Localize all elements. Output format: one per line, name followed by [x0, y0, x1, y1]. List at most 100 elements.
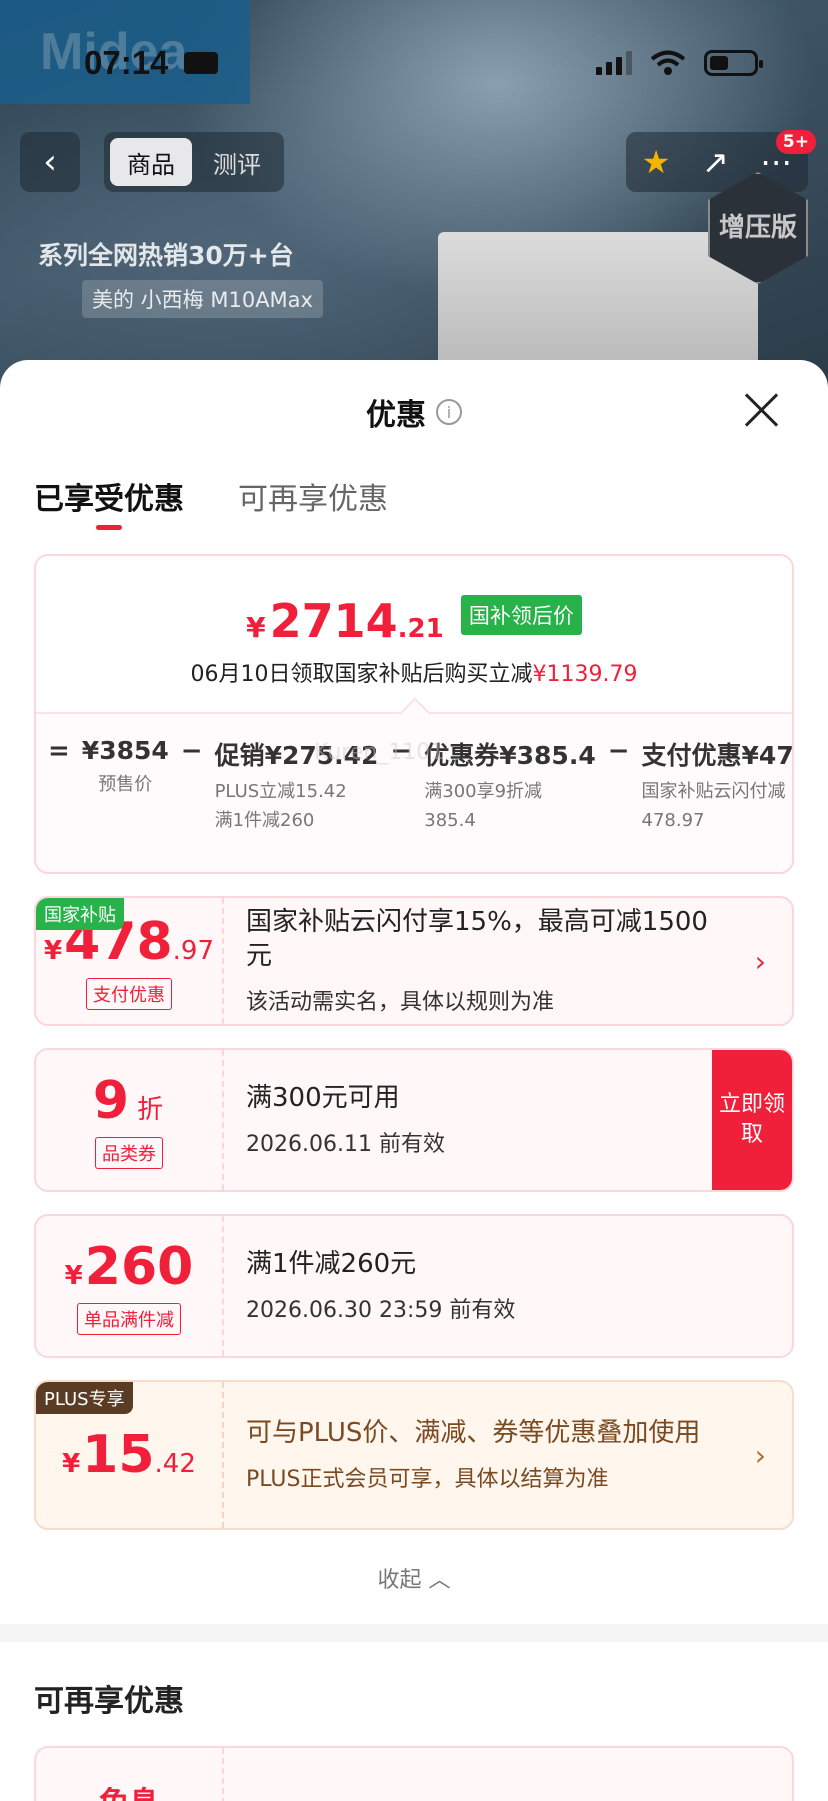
chevron-up-icon: ︿: [428, 1568, 451, 1593]
breakdown-item: 支付优惠¥478.97 国家补贴云闪付减 478.97: [641, 736, 794, 836]
coupon-details: 可与PLUS价、满减、券等优惠叠加使用 PLUS正式会员可享，具体以结算为准: [224, 1382, 792, 1528]
coupon-value: ¥ 260 单品满件减: [36, 1216, 224, 1356]
coupon-item-reduction: ¥ 260 单品满件减 满1件减260元 2026.06.30 23:59 前有…: [34, 1214, 794, 1358]
battery-icon: [704, 50, 763, 76]
coupon-desc: PLUS正式会员可享，具体以结算为准: [246, 1466, 609, 1492]
coupon-details: 满300元可用 2026.06.11 前有效: [224, 1050, 712, 1190]
sales-banner: 系列全网热销30万+台: [38, 241, 294, 270]
coupon-amount: ¥ 15 .42: [62, 1425, 196, 1485]
signal-icon: [596, 51, 632, 75]
price-summary-card: ¥ 2714 .21 国补领后价 06月10日领取国家补贴后购买立减¥1139.…: [34, 554, 794, 874]
coupon-category: 9 折 品类券 满300元可用 2026.06.11 前有效 立即领取: [34, 1048, 794, 1192]
coupon-value: 免息: [36, 1748, 224, 1801]
chevron-right-icon: ›: [754, 945, 766, 978]
coupon-type-tag: 品类券: [95, 1137, 163, 1169]
product-nav-tabs: 商品 测评: [104, 132, 284, 192]
currency-symbol: ¥: [44, 936, 63, 966]
breakdown-detail-line: 满1件减260: [214, 809, 315, 831]
breakdown-detail-line: 385.4: [424, 809, 476, 831]
breakdown-detail-line: 预售价: [98, 774, 153, 795]
breakdown-item: 优惠券¥385.4 满300享9折减 385.4: [424, 736, 595, 836]
status-icons: [596, 50, 763, 76]
sleep-mode-icon: [184, 52, 218, 74]
coupon-details: 国家补贴云闪付享15%，最高可减1500元 该活动需实名，具体以规则为准: [224, 898, 792, 1024]
breakdown-detail-line: 国家补贴云闪付减: [641, 781, 786, 802]
subsidy-note-amount: ¥1139.79: [532, 662, 638, 687]
breakdown-detail-line: 满300享9折减: [424, 781, 543, 802]
close-icon[interactable]: [744, 392, 780, 428]
subsidy-note: 06月10日领取国家补贴后购买立减¥1139.79: [36, 656, 792, 688]
collapse-label: 收起: [377, 1568, 422, 1593]
breakdown-detail-line: PLUS立减15.42: [214, 781, 347, 802]
price-breakdown: = ¥3854 预售价 − 促销¥275.42 PLUS立减15.42 满1件减260− 优惠…: [36, 714, 792, 836]
breakdown-operator: =: [48, 736, 70, 766]
more-discounts-title: 可再享优惠: [34, 1684, 184, 1719]
collapse-button[interactable]: 收起 ︿: [0, 1562, 828, 1594]
coupon-value: 9 折 品类券: [36, 1050, 224, 1190]
breakdown-item: ¥3854 预售价: [82, 736, 169, 800]
currency-symbol: ¥: [62, 1449, 81, 1479]
coupon-title: 满300元可用: [246, 1083, 400, 1114]
breakdown-amount: 支付优惠¥478.97: [641, 741, 794, 770]
interest-free-label: 免息: [99, 1778, 159, 1801]
breakdown-detail: 满300享9折减 385.4: [424, 778, 595, 836]
model-banner: 美的 小西梅 M10AMax: [82, 280, 323, 318]
coupon-title: 满1件减260元: [246, 1249, 417, 1280]
coupon-interest-free[interactable]: 免息: [34, 1746, 794, 1801]
amount-decimal: .97: [172, 936, 214, 966]
coupon-plus-exclusive[interactable]: ¥ 15 .42 可与PLUS价、满减、券等优惠叠加使用 PLUS正式会员可享，…: [34, 1380, 794, 1530]
sheet-title: 优惠: [366, 398, 426, 433]
coupon-title: 可与PLUS价、满减、券等优惠叠加使用: [246, 1418, 701, 1449]
info-icon[interactable]: i: [436, 399, 462, 425]
plus-corner-tag: PLUS专享: [36, 1382, 133, 1414]
breakdown-detail: 预售价: [82, 771, 169, 800]
chevron-right-icon: ›: [754, 1439, 766, 1472]
share-icon[interactable]: ↗: [702, 143, 729, 181]
coupon-discount: 9 折: [93, 1071, 165, 1131]
sheet-header: 优惠 i: [0, 360, 828, 464]
price-integer: 2714: [269, 594, 398, 648]
wifi-icon: [650, 50, 686, 75]
breakdown-detail: 国家补贴云闪付减 478.97: [641, 778, 792, 836]
tab-more-discounts[interactable]: 可再享优惠: [238, 474, 388, 518]
claim-coupon-button[interactable]: 立即领取: [712, 1050, 792, 1190]
coupon-desc: 该活动需实名，具体以规则为准: [246, 989, 555, 1015]
breakdown-amount: ¥3854: [81, 736, 169, 765]
breakdown-operator: −: [607, 736, 630, 766]
coupon-type-tag: 支付优惠: [86, 978, 172, 1010]
amount-decimal: .42: [154, 1449, 196, 1479]
watermark: Kuren_1101: [314, 740, 445, 765]
coupon-amount: ¥ 260: [65, 1237, 194, 1297]
coupon-title: 国家补贴云闪付享15%，最高可减1500元: [246, 907, 708, 971]
back-button[interactable]: ‹: [20, 132, 80, 192]
favorite-star-icon[interactable]: ★: [642, 143, 671, 181]
breakdown-operator: −: [180, 736, 203, 766]
subsidy-note-text: 06月10日领取国家补贴后购买立减: [190, 662, 533, 687]
status-time: 07:14: [84, 44, 169, 81]
price-decimal: .21: [397, 614, 444, 644]
amount-integer: 260: [84, 1237, 194, 1297]
coupon-desc: 2026.06.30 23:59 前有效: [246, 1297, 516, 1323]
tab-review[interactable]: 测评: [196, 138, 278, 186]
currency-symbol: ¥: [246, 611, 266, 644]
coupon-national-subsidy[interactable]: ¥ 478 .97 支付优惠 国家补贴云闪付享15%，最高可减1500元 该活动…: [34, 896, 794, 1026]
tab-enjoyed-discounts[interactable]: 已享受优惠: [34, 474, 184, 530]
tab-product[interactable]: 商品: [110, 138, 192, 186]
final-price-block: ¥ 2714 .21 国补领后价 06月10日领取国家补贴后购买立减¥1139.…: [36, 556, 792, 714]
currency-symbol: ¥: [64, 1261, 83, 1291]
message-badge: 5+: [775, 130, 816, 154]
coupon-type-tag: 单品满件减: [77, 1303, 181, 1335]
discount-unit: 折: [137, 1095, 164, 1125]
discount-tabs: 已享受优惠 可再享优惠: [0, 464, 828, 530]
product-background: Midea 07:14 ‹ 商品 测评 ★ ↗ ⋯ 5+ 系列全网热销30万+台…: [0, 0, 828, 432]
subsidy-price-tag: 国补领后价: [460, 595, 582, 635]
discount-number: 9: [92, 1071, 130, 1131]
corner-tag: 国家补贴: [36, 898, 124, 930]
coupon-details: 满1件减260元 2026.06.30 23:59 前有效: [224, 1216, 792, 1356]
breakdown-detail-line: 478.97: [641, 809, 705, 831]
section-divider: [0, 1624, 828, 1642]
coupon-details: [224, 1748, 792, 1801]
discount-sheet: 优惠 i 已享受优惠 可再享优惠 ¥ 2714 .21 国补领后价 06月10日…: [0, 360, 828, 1801]
breakdown-amount: 优惠券¥385.4: [424, 741, 596, 770]
final-price: ¥ 2714 .21: [246, 594, 444, 648]
